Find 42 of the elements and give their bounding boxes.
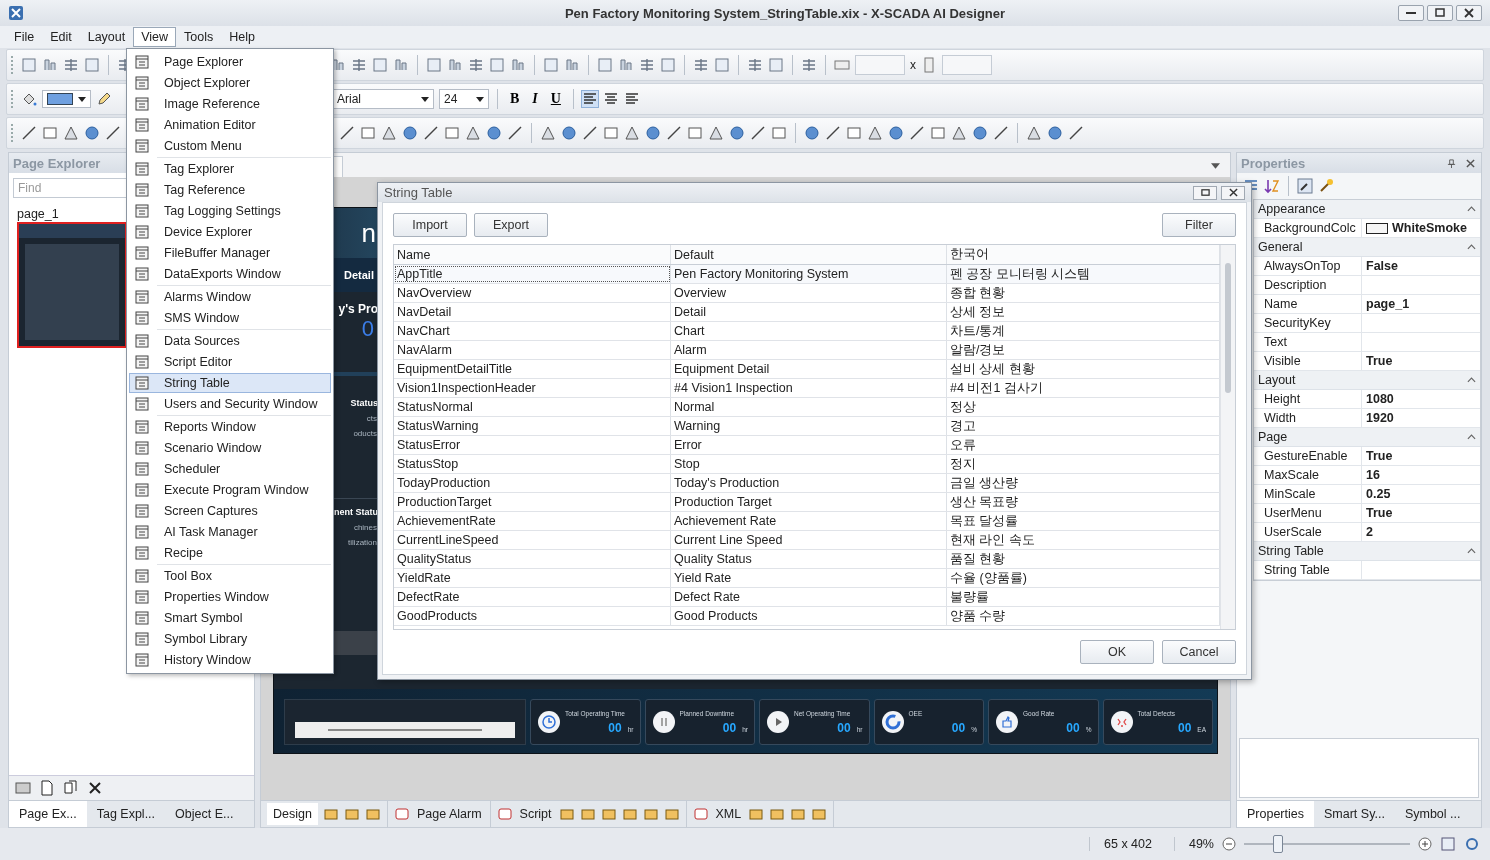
canvas-size-text: 65 x 402 — [1089, 837, 1166, 851]
size-separator: x — [910, 58, 916, 72]
property-name: MinScale — [1254, 485, 1362, 503]
property-name: Width — [1254, 409, 1362, 427]
section-heading: nent Statu — [334, 507, 379, 517]
kpi-value: 00 — [1177, 720, 1192, 735]
property-name: MaxScale — [1254, 466, 1362, 484]
panel-title: Properties — [1241, 155, 1306, 171]
dialog-title: String Table — [384, 185, 453, 200]
property-name: Height — [1254, 390, 1362, 408]
nav-tab-text: Detail — [344, 269, 375, 281]
section-heading: Status — [350, 398, 379, 408]
page-title-text: n — [361, 217, 377, 249]
section-heading: y's Pro — [338, 302, 379, 316]
property-name: Name — [1254, 295, 1362, 313]
property-name: UserScale — [1254, 523, 1362, 541]
production-value: 0 — [361, 316, 375, 342]
equipment-label: tilization — [348, 538, 378, 547]
property-name: Text — [1254, 333, 1362, 351]
kpi-value: 00 — [608, 720, 622, 735]
property-name: AlwaysOnTop — [1254, 257, 1362, 275]
property-name: BackgroundColc — [1254, 219, 1362, 237]
property-name: String Table — [1254, 561, 1362, 579]
window-title: Pen Factory Monitoring System_StringTable.xix - X-SCADA AI Designer — [563, 5, 1007, 21]
kpi-value: 00 — [722, 720, 737, 735]
category-label: General — [1258, 240, 1303, 254]
status-label: oducts — [353, 429, 378, 438]
category-label: Page — [1258, 430, 1288, 444]
kpi-value: 00 — [1066, 720, 1080, 735]
category-label: String Table — [1258, 544, 1324, 558]
property-name: Visible — [1254, 352, 1362, 370]
category-label: Layout — [1258, 373, 1296, 387]
kpi-value: 00 — [837, 720, 851, 735]
zoom-percent: 49% — [1173, 837, 1214, 851]
property-name: GestureEnable — [1254, 447, 1362, 465]
category-label: Appearance — [1258, 202, 1326, 216]
property-name: SecurityKey — [1254, 314, 1362, 332]
property-name: Description — [1254, 276, 1362, 294]
status-label: cts — [366, 414, 378, 423]
kpi-value: 00 — [951, 720, 966, 735]
property-name: UserMenu — [1254, 504, 1362, 522]
equipment-label: chines — [353, 523, 378, 532]
